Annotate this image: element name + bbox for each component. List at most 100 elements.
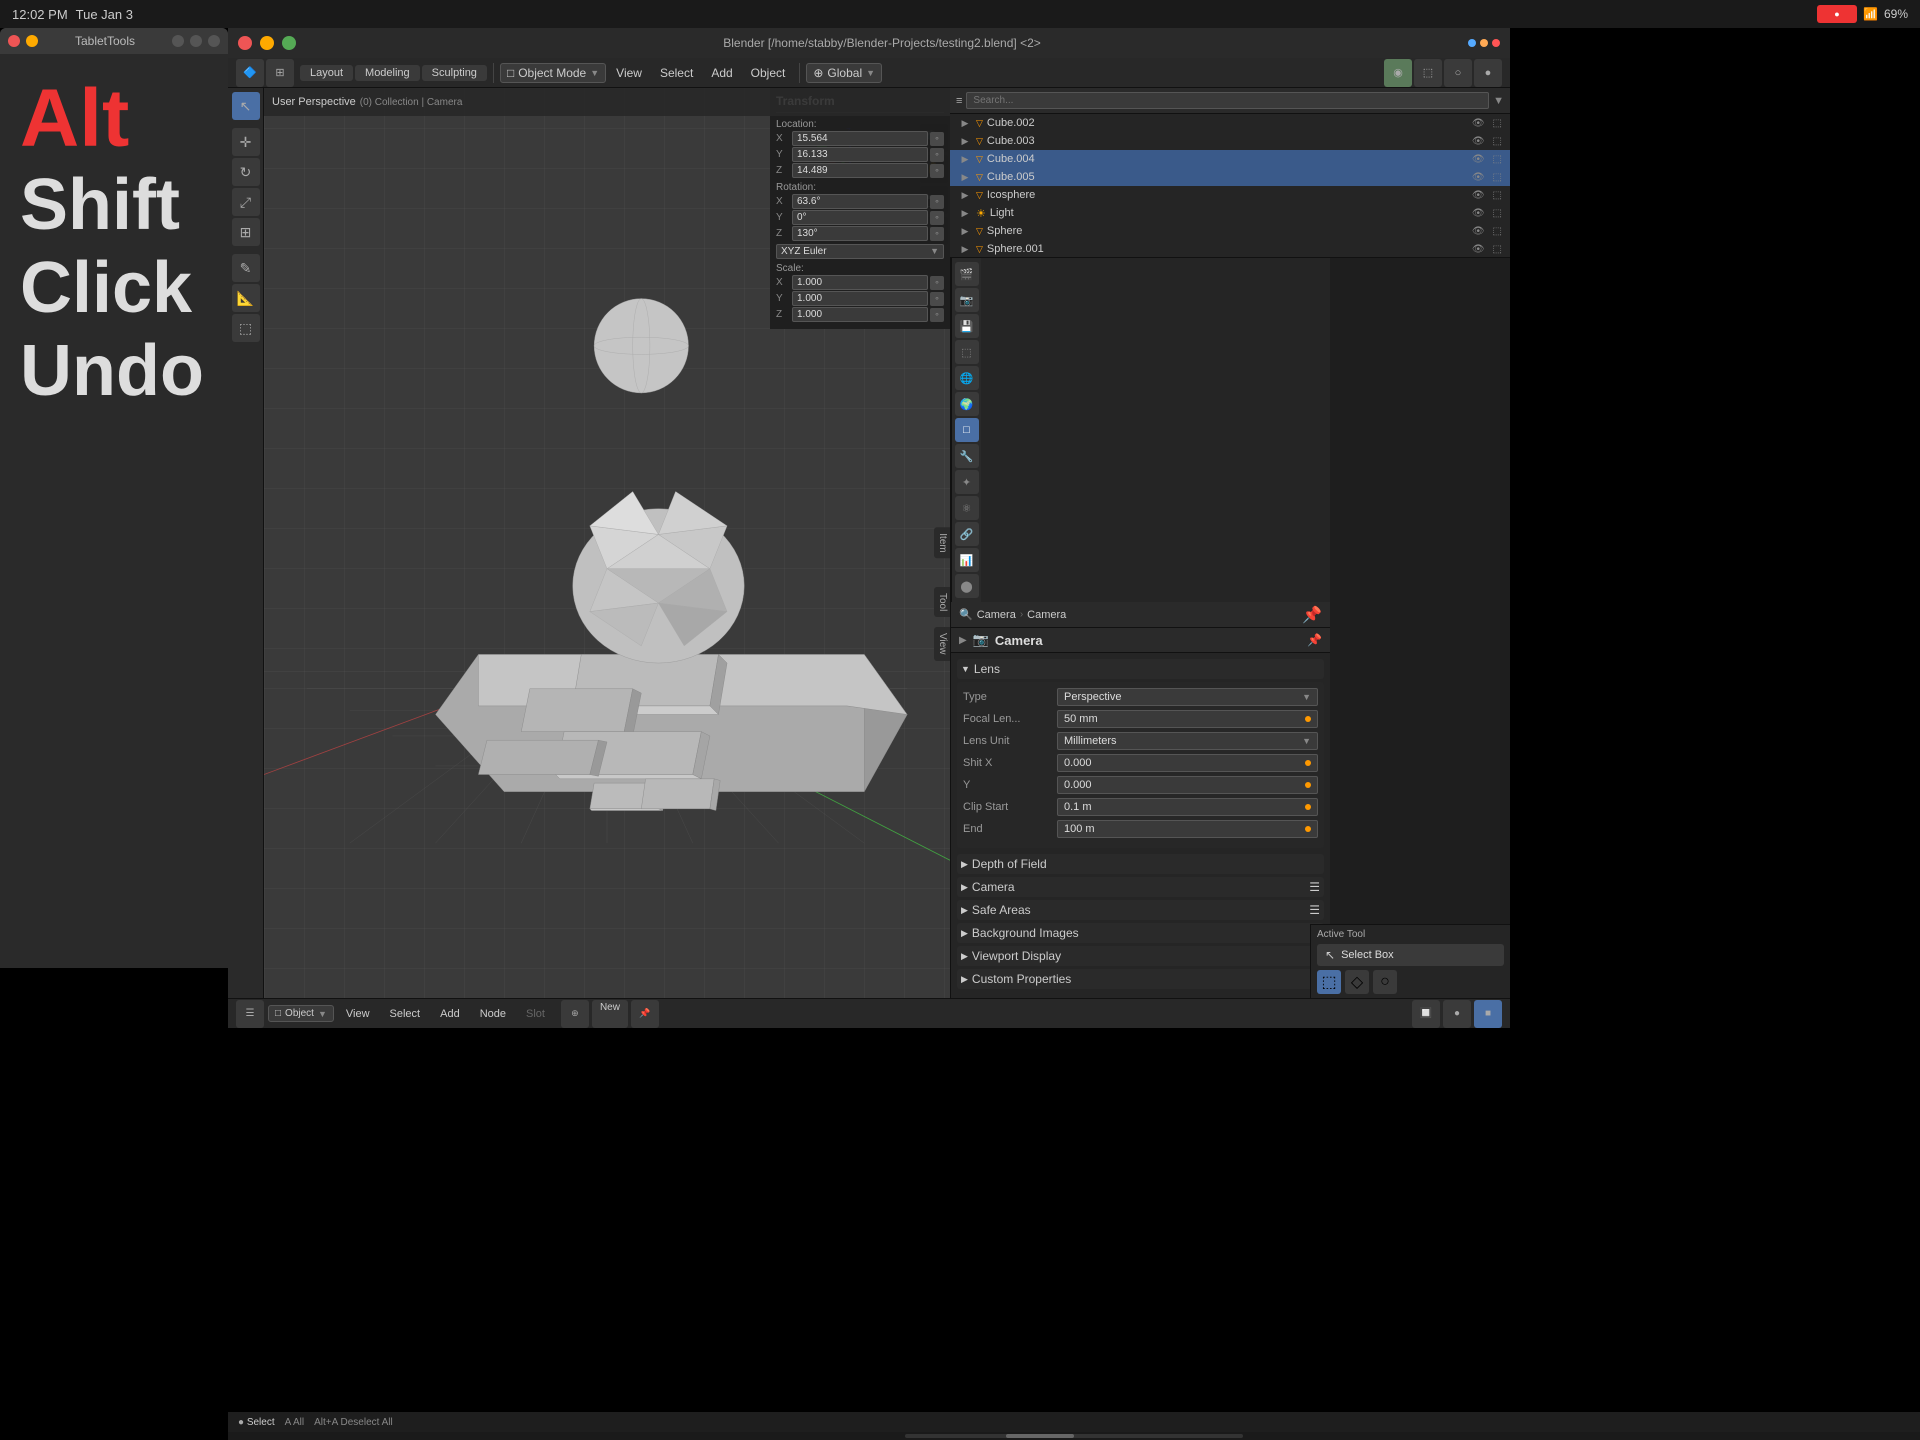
tool-rotate[interactable]: ↻ bbox=[232, 158, 260, 186]
object-mode-select[interactable]: □ Object Mode ▼ bbox=[500, 63, 606, 83]
outliner-item-cube004[interactable]: ▶ ▽ Cube.004 👁 ⬚ bbox=[950, 150, 1510, 168]
scale-y-icon[interactable]: ⚬ bbox=[930, 292, 944, 306]
lens-unit-dropdown[interactable]: Millimeters ▼ bbox=[1057, 732, 1318, 750]
loc-y-icon[interactable]: ⚬ bbox=[930, 148, 944, 162]
rot-z-icon[interactable]: ⚬ bbox=[930, 227, 944, 241]
rot-x-icon[interactable]: ⚬ bbox=[930, 195, 944, 209]
workspace-modeling[interactable]: Modeling bbox=[355, 65, 420, 81]
safe-menu-icon[interactable]: ☰ bbox=[1309, 903, 1320, 917]
visibility-sphere[interactable]: 👁 bbox=[1472, 226, 1485, 237]
bottom-object-select[interactable]: □ Object ▼ bbox=[268, 1005, 334, 1022]
workspace-sculpting[interactable]: Sculpting bbox=[422, 65, 487, 81]
win-btn-3[interactable] bbox=[208, 35, 220, 47]
viewport-shading-render[interactable]: ● bbox=[1474, 59, 1502, 87]
scroll-thumb[interactable] bbox=[1006, 1434, 1074, 1438]
bottom-icon-2[interactable]: 📌 bbox=[631, 1000, 659, 1028]
props-data-icon[interactable]: 📊 bbox=[955, 548, 979, 572]
restrict-005[interactable]: ⬚ bbox=[1493, 172, 1502, 183]
win-btn-1[interactable] bbox=[172, 35, 184, 47]
tool-select-box[interactable]: ↖ bbox=[232, 92, 260, 120]
tool-transform[interactable]: ⊞ bbox=[232, 218, 260, 246]
close-button[interactable] bbox=[8, 35, 20, 47]
blender-logo[interactable]: 🔷 bbox=[236, 59, 264, 87]
restrict-004[interactable]: ⬚ bbox=[1493, 154, 1502, 165]
props-material-icon[interactable]: ⬤ bbox=[955, 574, 979, 598]
bottom-scrollbar[interactable] bbox=[228, 1432, 1920, 1440]
view-tab[interactable]: View bbox=[934, 627, 950, 661]
rotation-x[interactable]: 63.6° bbox=[792, 194, 928, 209]
camera-section-header[interactable]: ▶ Camera ☰ bbox=[957, 877, 1324, 897]
props-output-icon[interactable]: 💾 bbox=[955, 314, 979, 338]
dof-section-header[interactable]: ▶ Depth of Field bbox=[957, 854, 1324, 874]
loc-x-icon[interactable]: ⚬ bbox=[930, 132, 944, 146]
visibility-002[interactable]: 👁 bbox=[1472, 118, 1485, 129]
restrict-light[interactable]: ⬚ bbox=[1493, 208, 1502, 219]
menu-add[interactable]: Add bbox=[703, 64, 740, 82]
tool-move[interactable]: ✛ bbox=[232, 128, 260, 156]
viewport-display-header[interactable]: ▶ Viewport Display bbox=[957, 946, 1324, 966]
tool-add[interactable]: ⬚ bbox=[232, 314, 260, 342]
workspace-layout[interactable]: Layout bbox=[300, 65, 353, 81]
win-btn-2[interactable] bbox=[190, 35, 202, 47]
bc-pin-icon[interactable]: 📌 bbox=[1302, 605, 1322, 625]
scale-x[interactable]: 1.000 bbox=[792, 275, 928, 290]
select-box-button[interactable]: ↖ Select Box bbox=[1317, 944, 1504, 966]
outliner-item-cube002[interactable]: ▶ ▽ Cube.002 👁 ⬚ bbox=[950, 114, 1510, 132]
tool-tab[interactable]: Tool bbox=[934, 587, 950, 617]
clip-end-value[interactable]: 100 m bbox=[1057, 820, 1318, 838]
viewport-shading-wire[interactable]: ⬚ bbox=[1414, 59, 1442, 87]
outliner-item-sphere[interactable]: ▶ ▽ Sphere 👁 ⬚ bbox=[950, 222, 1510, 240]
euler-mode[interactable]: XYZ Euler ▼ bbox=[776, 244, 944, 259]
bottom-menu-select[interactable]: Select bbox=[382, 1006, 429, 1022]
record-button[interactable]: ● bbox=[1817, 5, 1857, 23]
focal-length-value[interactable]: 50 mm bbox=[1057, 710, 1318, 728]
props-physics-icon[interactable]: ⚛ bbox=[955, 496, 979, 520]
scale-x-icon[interactable]: ⚬ bbox=[930, 276, 944, 290]
blender-minimize[interactable] bbox=[260, 36, 274, 50]
minimize-button[interactable] bbox=[26, 35, 38, 47]
menu-object[interactable]: Object bbox=[743, 64, 794, 82]
tool-annotate[interactable]: ✎ bbox=[232, 254, 260, 282]
viewport-3d[interactable]: User Perspective (0) Collection | Camera bbox=[264, 88, 950, 998]
restrict-ico[interactable]: ⬚ bbox=[1493, 190, 1502, 201]
bottom-menu-node[interactable]: Node bbox=[472, 1006, 514, 1022]
transform-orientation-select[interactable]: ⊕ Global ▼ bbox=[806, 63, 882, 83]
props-constraints-icon[interactable]: 🔗 bbox=[955, 522, 979, 546]
tool-measure[interactable]: 📐 bbox=[232, 284, 260, 312]
restrict-sphere001[interactable]: ⬚ bbox=[1493, 244, 1502, 255]
blender-maximize[interactable] bbox=[282, 36, 296, 50]
cam-section-menu-icon[interactable]: ☰ bbox=[1309, 880, 1320, 894]
safe-areas-header[interactable]: ▶ Safe Areas ☰ bbox=[957, 900, 1324, 920]
scale-z[interactable]: 1.000 bbox=[792, 307, 928, 322]
prop-edit-icon[interactable]: ● bbox=[1443, 1000, 1471, 1028]
location-y[interactable]: 16.133 bbox=[792, 147, 928, 162]
camera-pin-icon[interactable]: 📌 bbox=[1307, 633, 1322, 647]
tool-mode-lasso-icon[interactable]: ◇ bbox=[1345, 970, 1369, 994]
visibility-light[interactable]: 👁 bbox=[1472, 208, 1485, 219]
outliner-item-cube005[interactable]: ▶ ▽ Cube.005 👁 ⬚ bbox=[950, 168, 1510, 186]
shift-y-value[interactable]: 0.000 bbox=[1057, 776, 1318, 794]
rotation-z[interactable]: 130° bbox=[792, 226, 928, 241]
item-tab[interactable]: Item bbox=[934, 527, 950, 558]
bottom-view-icon[interactable]: ☰ bbox=[236, 1000, 264, 1028]
viewport-shading-material[interactable]: ○ bbox=[1444, 59, 1472, 87]
outliner-item-cube003[interactable]: ▶ ▽ Cube.003 👁 ⬚ bbox=[950, 132, 1510, 150]
props-particles-icon[interactable]: ✦ bbox=[955, 470, 979, 494]
props-render-icon[interactable]: 📷 bbox=[955, 288, 979, 312]
loc-z-icon[interactable]: ⚬ bbox=[930, 164, 944, 178]
props-object-icon[interactable]: □ bbox=[955, 418, 979, 442]
rotation-y[interactable]: 0° bbox=[792, 210, 928, 225]
visibility-005[interactable]: 👁 bbox=[1472, 172, 1485, 183]
props-modifiers-icon[interactable]: 🔧 bbox=[955, 444, 979, 468]
outliner-item-icosphere[interactable]: ▶ ▽ Icosphere 👁 ⬚ bbox=[950, 186, 1510, 204]
blender-close[interactable] bbox=[238, 36, 252, 50]
rot-y-icon[interactable]: ⚬ bbox=[930, 211, 944, 225]
props-world-icon[interactable]: 🌍 bbox=[955, 392, 979, 416]
snap-icon[interactable]: 🔲 bbox=[1412, 1000, 1440, 1028]
menu-select[interactable]: Select bbox=[652, 64, 701, 82]
bc-camera-scene[interactable]: Camera bbox=[977, 609, 1016, 621]
tool-mode-circle-icon[interactable]: ○ bbox=[1373, 970, 1397, 994]
visibility-ico[interactable]: 👁 bbox=[1472, 190, 1485, 201]
props-scene2-icon[interactable]: 🌐 bbox=[955, 366, 979, 390]
viewport-shading-solid[interactable]: ◉ bbox=[1384, 59, 1412, 87]
